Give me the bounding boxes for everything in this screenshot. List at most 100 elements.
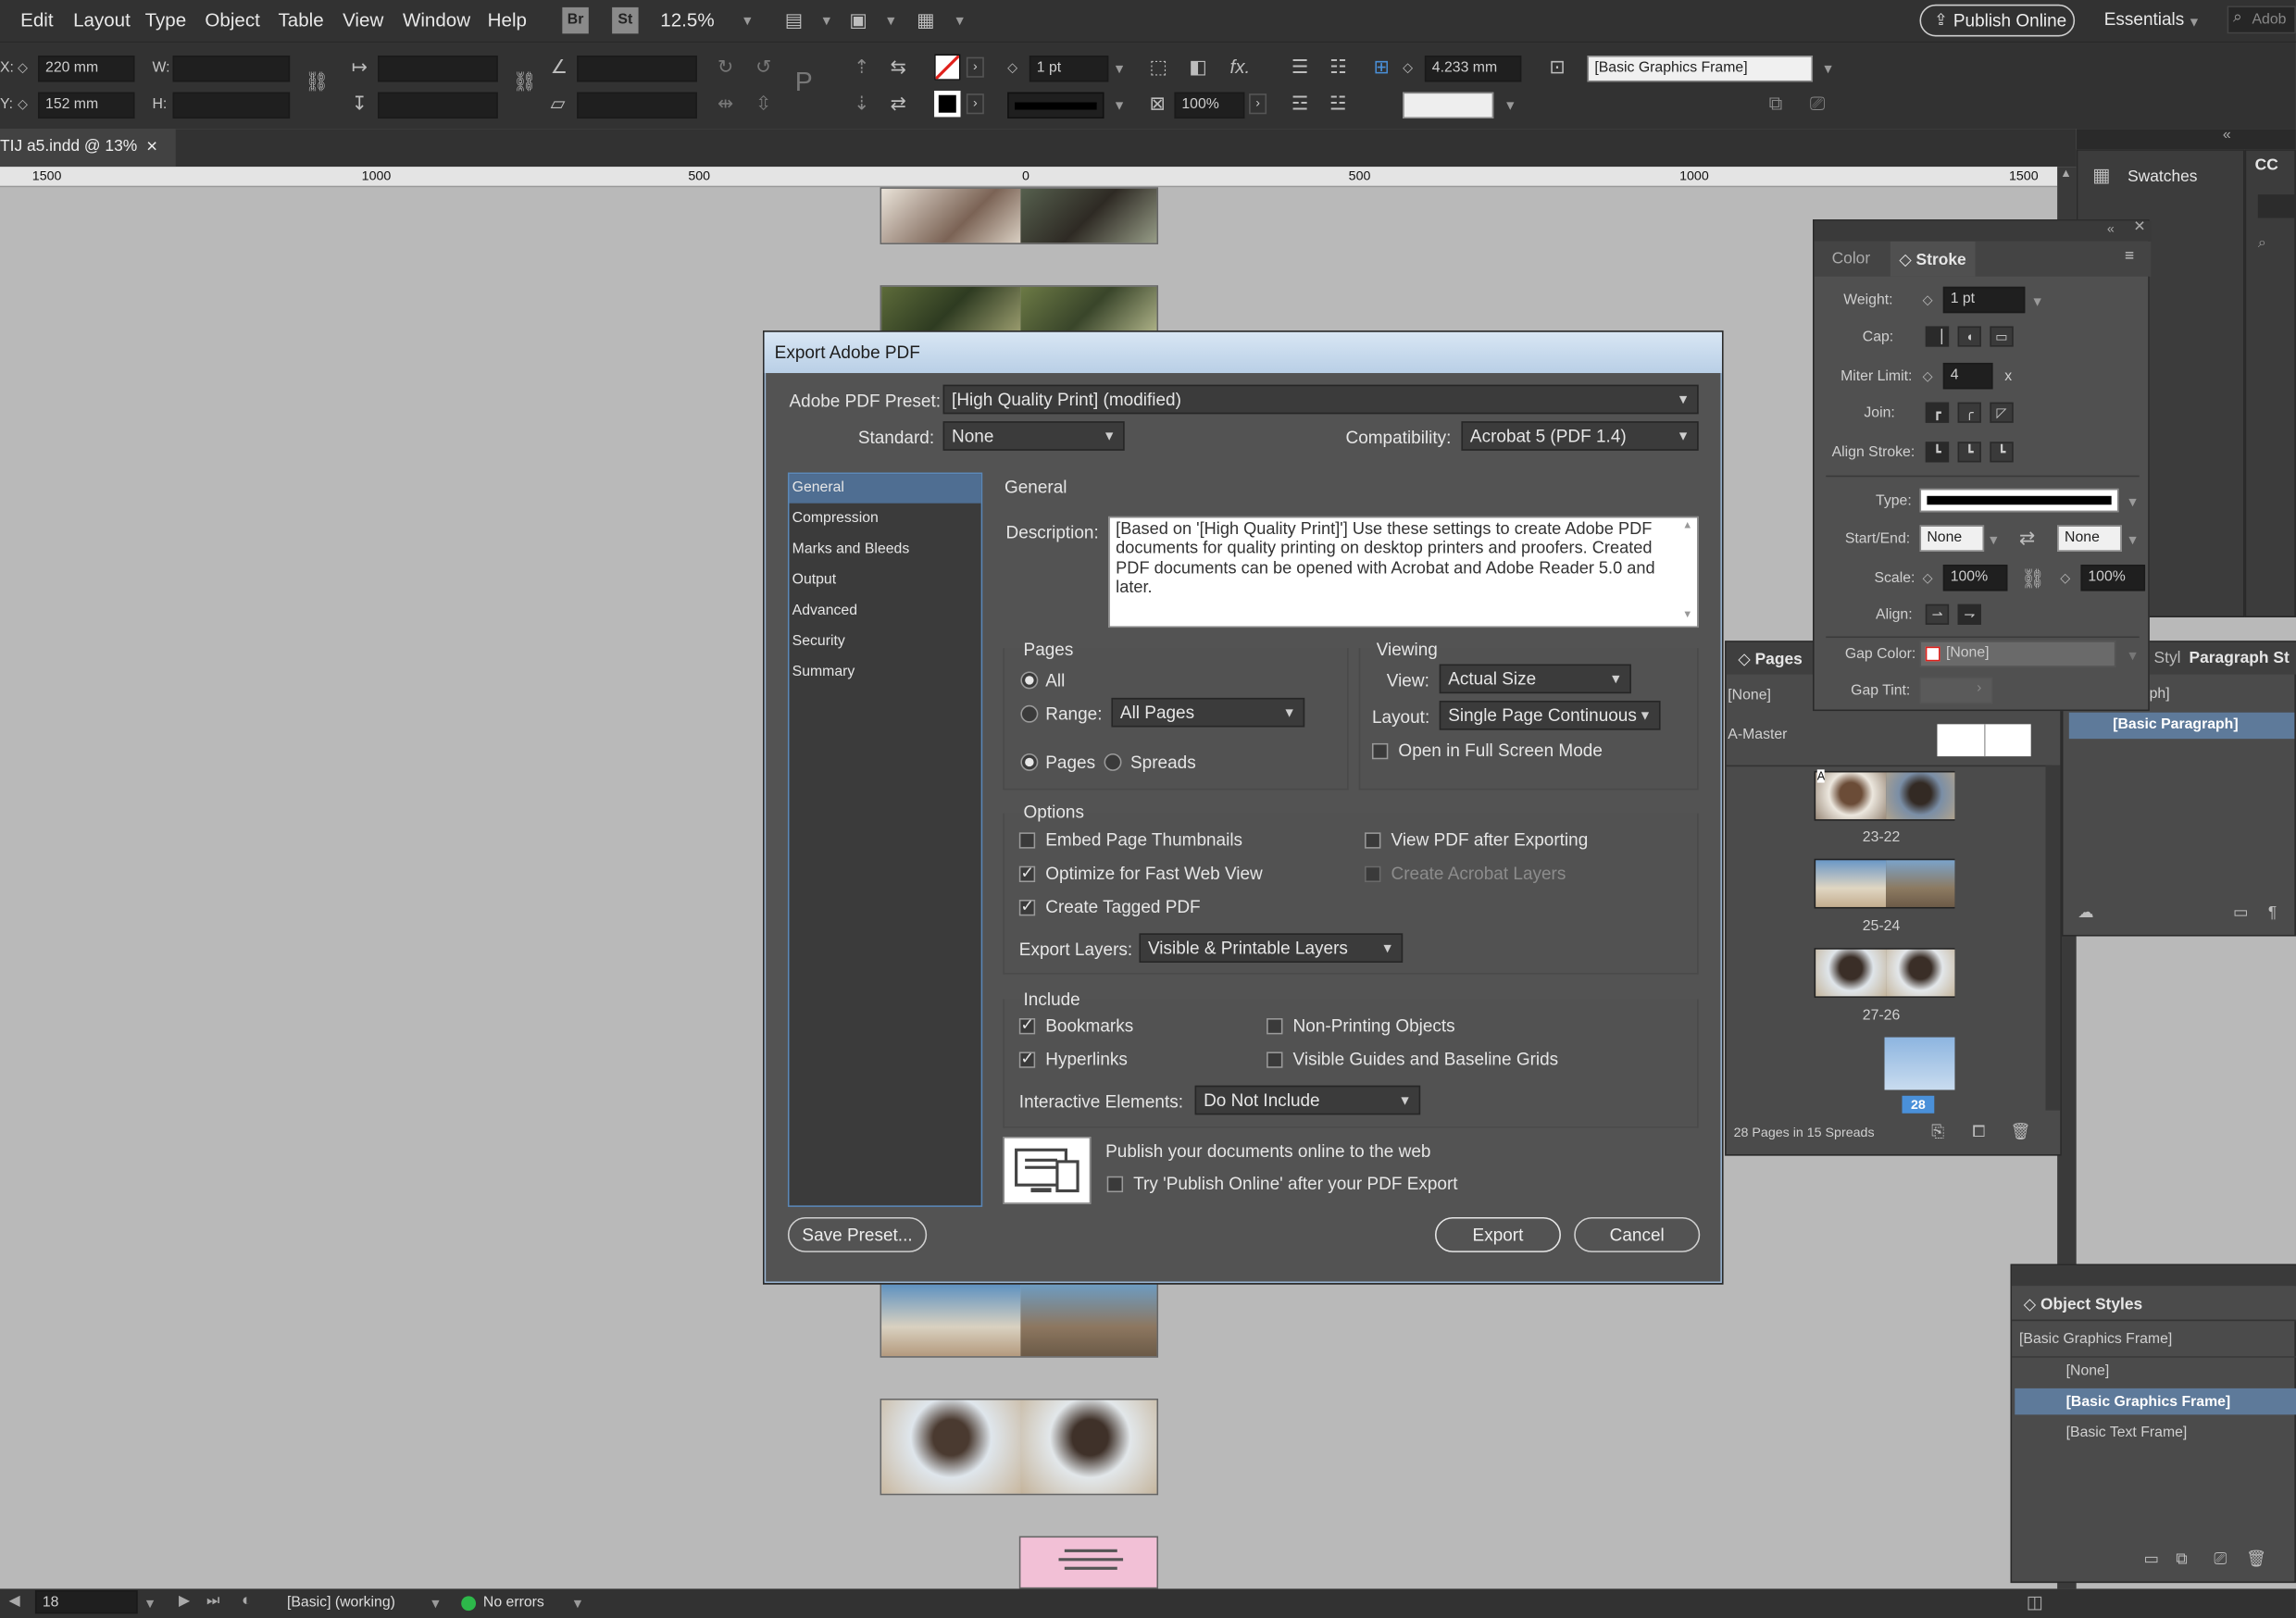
nonprinting-checkbox[interactable] (1267, 1018, 1283, 1035)
miter-field[interactable]: 4 (1942, 362, 1993, 390)
select-container-icon[interactable]: ⇡ (854, 56, 869, 78)
close-icon[interactable]: ✕ (2133, 219, 2145, 235)
chevron-down-icon[interactable]: ▼ (144, 1596, 156, 1611)
frame-fitting-icon[interactable]: ⬚ (1150, 56, 1167, 78)
nav-general[interactable]: General (789, 474, 981, 504)
menu-type[interactable]: Type (145, 8, 187, 31)
description-textarea[interactable]: [Based on '[High Quality Print]'] Use th… (1108, 516, 1699, 629)
guides-checkbox[interactable] (1267, 1052, 1283, 1068)
close-tab-icon[interactable]: × (146, 134, 157, 156)
new-style-icon[interactable]: ⎚ (1810, 93, 1825, 114)
color-tab[interactable]: Color (1832, 250, 1871, 268)
spread-thumbnail[interactable] (880, 1398, 1159, 1496)
selected-style-row[interactable]: [Basic Paragraph] (2068, 712, 2295, 740)
stroke-menu-icon[interactable]: › (966, 93, 984, 115)
view-after-export-checkbox[interactable] (1365, 832, 1381, 849)
styles-tab[interactable]: Styl (2154, 650, 2181, 667)
stepper-icon[interactable]: ◇ (2060, 567, 2070, 588)
nav-output[interactable]: Output (792, 572, 836, 588)
arrange-documents-icon[interactable]: ▦ (917, 9, 934, 31)
selected-object-style-row[interactable]: [Basic Graphics Frame] (2015, 1388, 2296, 1415)
stepper-icon[interactable]: ◇ (1923, 567, 1933, 588)
width-field[interactable] (172, 56, 291, 82)
workspace-switcher[interactable]: Essentials (2104, 8, 2185, 29)
menu-edit[interactable]: Edit (20, 8, 53, 31)
butt-cap-icon[interactable]: ▕ (1925, 326, 1950, 347)
nav-marks-and-bleeds[interactable]: Marks and Bleeds (792, 541, 910, 557)
view-options-icon[interactable]: ▤ (785, 9, 803, 31)
fill-menu-icon[interactable]: › (966, 56, 984, 78)
stepper-icon[interactable]: ◇ (1403, 57, 1413, 78)
clear-overrides-icon[interactable]: ⧉ (1769, 93, 1783, 114)
scroll-up-icon[interactable]: ▲ (2060, 167, 2072, 180)
gap-field[interactable]: 4.233 mm (1424, 56, 1522, 82)
fullscreen-checkbox[interactable] (1371, 742, 1389, 760)
publish-online-button[interactable]: ⇪ Publish Online (1919, 4, 2076, 37)
nav-security[interactable]: Security (792, 633, 845, 649)
text-wrap-none-icon[interactable]: ☰ (1292, 56, 1308, 78)
fill-swatch[interactable] (934, 54, 961, 81)
pages-scrollbar[interactable] (2045, 765, 2061, 1111)
page-spread-thumb[interactable] (1814, 858, 1955, 909)
menu-layout[interactable]: Layout (73, 8, 131, 31)
menu-window[interactable]: Window (403, 8, 470, 31)
object-style-item[interactable]: [None] (2066, 1363, 2110, 1379)
cloud-icon[interactable]: ☁ (2078, 902, 2093, 923)
bridge-button[interactable]: Br (562, 6, 589, 34)
embed-thumbnails-checkbox[interactable] (1018, 832, 1036, 849)
stroke-type-select[interactable] (1919, 488, 2119, 513)
folder-icon[interactable]: ▭ (2233, 902, 2248, 923)
page-thumb-28[interactable] (1884, 1037, 1955, 1090)
open-document-icon[interactable]: ◐ (242, 1592, 252, 1610)
arrow-inside-icon[interactable]: ⇁ (1957, 604, 1981, 625)
corner-style-field[interactable] (1403, 92, 1494, 119)
start-select[interactable]: None (1919, 525, 1985, 552)
new-page-icon[interactable]: ⧠ (1972, 1122, 1985, 1142)
drop-shadow-icon[interactable]: ◧ (1189, 56, 1206, 78)
spread-thumbnail[interactable] (880, 1281, 1159, 1358)
stroke-weight-field[interactable]: 1 pt (1029, 56, 1109, 82)
scale-y-field[interactable] (378, 92, 498, 119)
paragraph-styles-tab[interactable]: Paragraph St (2189, 650, 2289, 667)
select-content-icon[interactable]: ⇣ (854, 93, 869, 114)
spread-thumbnail[interactable] (880, 285, 1159, 334)
stepper-icon[interactable]: ◇ (1923, 290, 1933, 310)
constrain-proportions-icon[interactable]: ⛓ (305, 71, 329, 92)
auto-fit-icon[interactable]: ⊞ (1374, 56, 1390, 78)
save-preset-button[interactable]: Save Preset... (787, 1216, 928, 1252)
stock-button[interactable]: St (612, 6, 639, 34)
collapse-icon[interactable]: « (2107, 221, 2115, 236)
scale-x-field[interactable] (378, 56, 498, 82)
screen-mode-icon[interactable]: ▣ (849, 9, 867, 31)
interactive-elements-select[interactable]: Do Not Include ▼ (1194, 1085, 1421, 1115)
preflight-profile[interactable]: [Basic] (working) (287, 1595, 395, 1611)
gap-tint-field[interactable]: › (1919, 677, 1993, 704)
pages-tab[interactable]: ◇ Pages (1738, 650, 1802, 668)
stepper-icon[interactable]: ◇ (18, 93, 28, 114)
round-cap-icon[interactable]: ◖ (1957, 326, 1981, 347)
view-select[interactable]: Actual Size ▼ (1439, 664, 1631, 694)
tagged-pdf-checkbox[interactable] (1018, 897, 1036, 916)
end-select[interactable]: None (2057, 525, 2122, 552)
page-number-field[interactable]: 18 (34, 1590, 138, 1614)
nav-summary[interactable]: Summary (792, 665, 855, 680)
nav-compression[interactable]: Compression (792, 511, 879, 527)
chevron-down-icon[interactable]: ▼ (2031, 294, 2044, 309)
optimize-web-checkbox[interactable] (1018, 863, 1036, 883)
stepper-icon[interactable]: ◇ (1007, 57, 1017, 78)
pages-radio[interactable] (1020, 753, 1039, 771)
master-page-right[interactable] (1984, 724, 2031, 757)
effects-icon[interactable]: fx. (1230, 56, 1251, 78)
cancel-button[interactable]: Cancel (1574, 1216, 1701, 1252)
menu-table[interactable]: Table (279, 8, 324, 31)
document-tab[interactable]: TIJ a5.indd @ 13% × (0, 129, 176, 168)
search-field[interactable]: ⌕ Adob (2227, 6, 2296, 34)
preset-select[interactable]: [High Quality Print] (modified) ▼ (942, 384, 1699, 415)
split-window-icon[interactable]: ◫ (2027, 1592, 2043, 1612)
weight-field[interactable]: 1 pt (1942, 286, 2026, 314)
chevron-down-icon[interactable]: ▼ (2126, 648, 2139, 663)
zoom-level[interactable]: 12.5% (660, 8, 714, 31)
trash-icon[interactable]: 🗑 (2011, 1122, 2031, 1142)
object-style-item[interactable]: [Basic Text Frame] (2066, 1425, 2188, 1440)
new-style-icon[interactable]: ⎚ (2214, 1550, 2227, 1570)
